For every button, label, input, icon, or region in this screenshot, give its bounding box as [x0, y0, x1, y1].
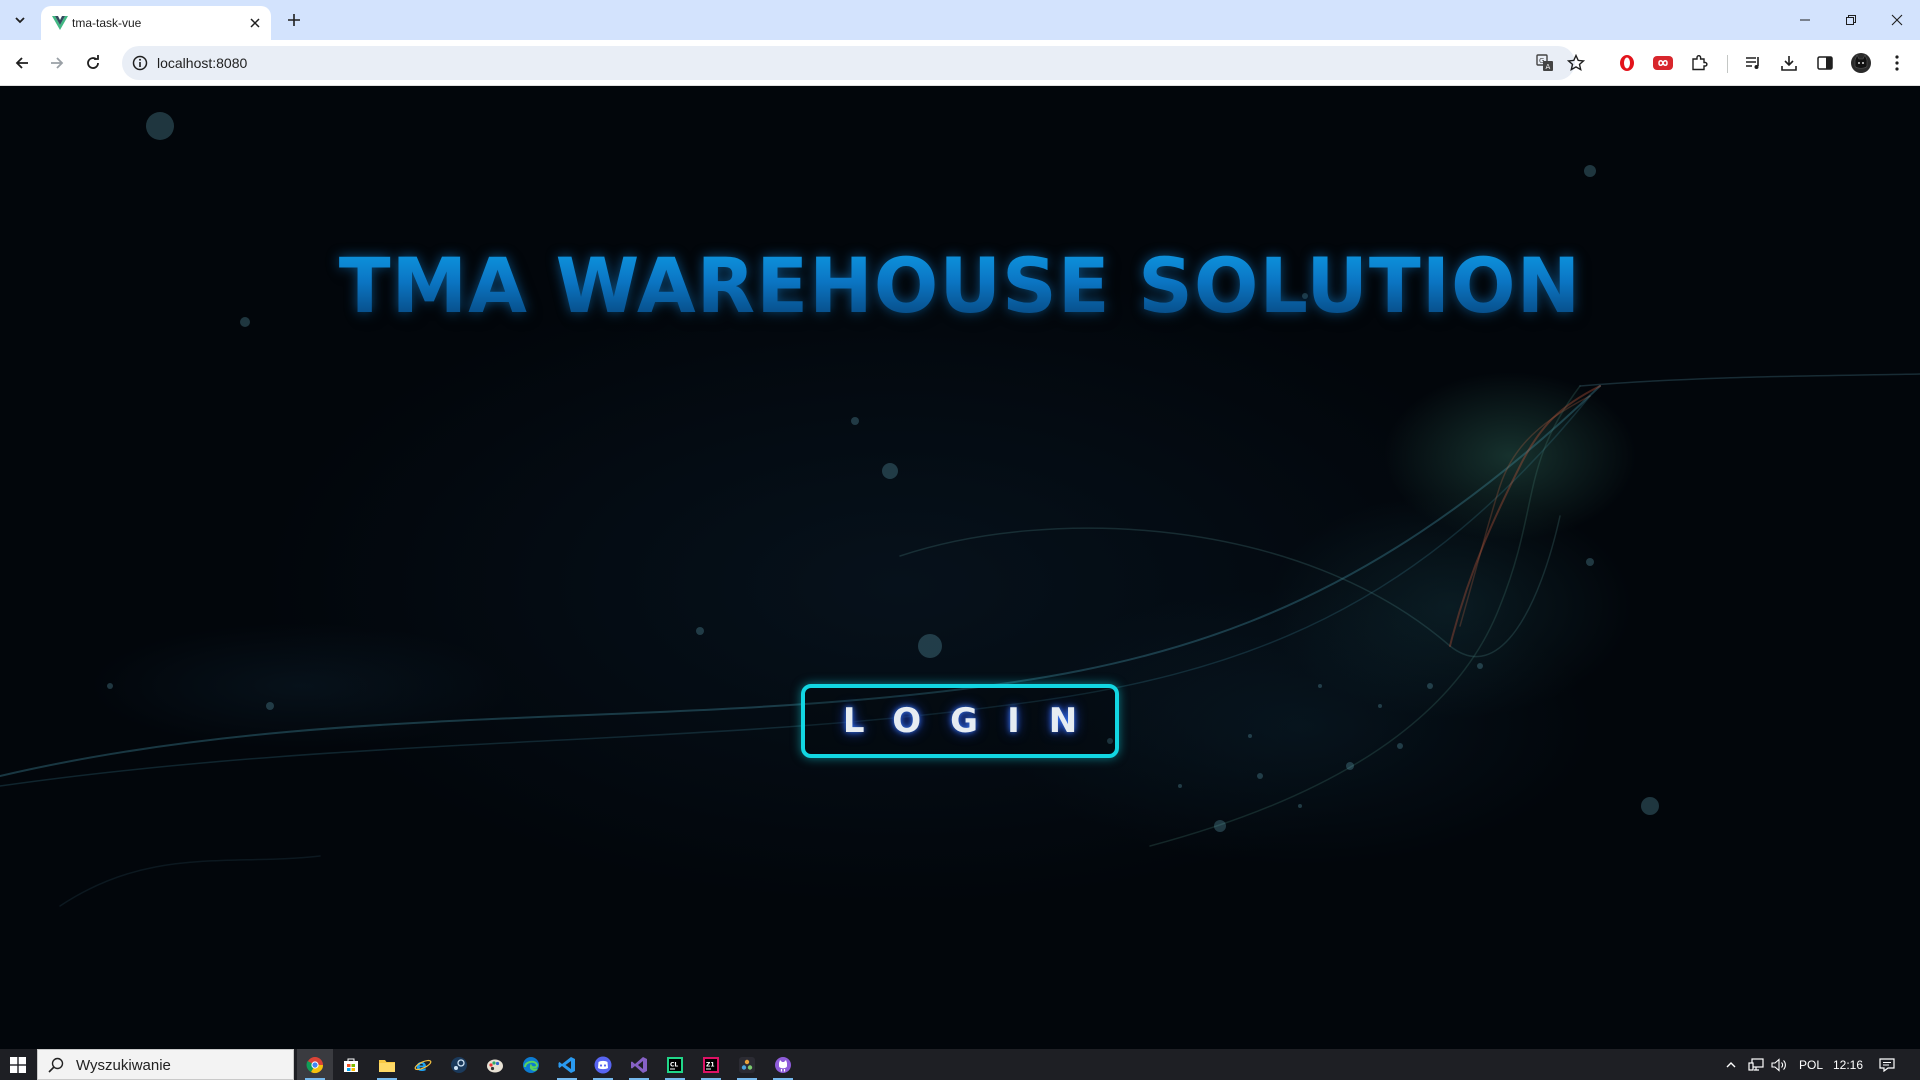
windows-taskbar: Wyszukiwanie e CL Z1 POL 12:16 — [0, 1049, 1920, 1080]
taskbar-app-visual-studio[interactable] — [621, 1049, 657, 1080]
page-viewport: TMA WAREHOUSE SOLUTION LOGIN — [0, 86, 1920, 1049]
close-icon — [250, 18, 260, 28]
taskbar-app-edge[interactable] — [513, 1049, 549, 1080]
login-button-label: LOGIN — [842, 701, 1107, 741]
svg-text:CL: CL — [670, 1061, 678, 1068]
download-icon[interactable] — [1776, 50, 1802, 76]
taskbar-app-steam[interactable] — [441, 1049, 477, 1080]
tab-title: tma-task-vue — [72, 16, 142, 30]
steam-icon — [451, 1056, 467, 1073]
url-text[interactable]: localhost:8080 — [157, 55, 247, 71]
taskbar-app-paint[interactable] — [477, 1049, 513, 1080]
restore-window-button[interactable] — [1828, 0, 1874, 40]
close-icon — [1891, 14, 1903, 26]
extensions-puzzle-icon[interactable] — [1686, 50, 1712, 76]
minimize-window-button[interactable] — [1782, 0, 1828, 40]
vue-logo-icon — [52, 16, 68, 30]
taskbar-app-vscode[interactable] — [549, 1049, 585, 1080]
taskbar-app-explorer[interactable] — [369, 1049, 405, 1080]
taskbar-app-davinci[interactable] — [729, 1049, 765, 1080]
arrow-right-icon — [51, 57, 64, 69]
forward-button[interactable] — [43, 49, 71, 77]
taskbar-app-store[interactable] — [333, 1049, 369, 1080]
media-controls-icon[interactable] — [1740, 50, 1766, 76]
svg-text:G: G — [1539, 57, 1544, 65]
arrow-left-icon — [15, 57, 28, 69]
taskbar-app-chrome[interactable] — [297, 1049, 333, 1080]
visual-studio-icon — [631, 1056, 647, 1073]
chrome-icon — [306, 1056, 324, 1073]
file-explorer-icon — [379, 1059, 395, 1072]
input-language-indicator[interactable]: POL — [1794, 1049, 1828, 1080]
clion-icon: CL — [667, 1056, 683, 1073]
page-title: TMA WAREHOUSE SOLUTION — [0, 241, 1920, 330]
taskbar-clock[interactable]: 12:16 — [1828, 1049, 1868, 1080]
github-desktop-icon — [775, 1056, 791, 1073]
volume-tray-button[interactable] — [1768, 1049, 1790, 1080]
browser-tab-strip: tma-task-vue — [0, 0, 1920, 40]
vscode-icon — [558, 1056, 575, 1073]
network-icon — [1748, 1057, 1764, 1071]
davinci-icon — [739, 1056, 755, 1073]
show-hidden-icons-button[interactable] — [1720, 1049, 1742, 1080]
chevron-down-icon — [15, 17, 25, 24]
address-bar[interactable]: localhost:8080 GA — [122, 46, 1585, 80]
login-button[interactable]: LOGIN — [801, 684, 1119, 758]
action-center-button[interactable] — [1872, 1049, 1902, 1080]
notifications-icon — [1879, 1057, 1895, 1072]
taskbar-app-discord[interactable] — [585, 1049, 621, 1080]
site-info-icon[interactable] — [130, 53, 150, 73]
profile-avatar-icon[interactable] — [1848, 50, 1874, 76]
taskbar-app-rider[interactable]: Z1 — [693, 1049, 729, 1080]
browser-toolbar: localhost:8080 GA — [0, 40, 1920, 86]
paint-icon — [487, 1059, 503, 1072]
tab-close-button[interactable] — [245, 13, 265, 33]
search-placeholder: Wyszukiwanie — [76, 1057, 171, 1074]
infinity-extension-icon[interactable] — [1650, 50, 1676, 76]
chevron-up-icon — [1726, 1061, 1736, 1067]
back-button[interactable] — [8, 49, 36, 77]
store-icon — [344, 1058, 358, 1072]
volume-icon — [1771, 1057, 1786, 1072]
opera-extension-icon[interactable] — [1614, 50, 1640, 76]
start-button[interactable] — [0, 1049, 36, 1080]
taskbar-app-github[interactable] — [765, 1049, 801, 1080]
search-icon — [48, 1057, 64, 1073]
tab-search-button[interactable] — [8, 8, 32, 32]
side-panel-icon[interactable] — [1812, 50, 1838, 76]
network-tray-button[interactable] — [1745, 1049, 1767, 1080]
taskbar-app-ie[interactable]: e — [405, 1049, 441, 1080]
taskbar-app-clion[interactable]: CL — [657, 1049, 693, 1080]
translate-icon[interactable]: GA — [1535, 53, 1555, 73]
edge-legacy-icon: e — [414, 1056, 432, 1074]
svg-text:Z1: Z1 — [706, 1061, 715, 1068]
windows-logo-icon — [10, 1056, 26, 1073]
reload-icon — [87, 55, 99, 69]
restore-icon — [1846, 15, 1856, 25]
browser-tab[interactable]: tma-task-vue — [41, 6, 271, 40]
minimize-icon — [1800, 19, 1810, 21]
discord-icon — [594, 1056, 612, 1073]
svg-text:A: A — [1546, 63, 1551, 71]
toolbar-divider — [1727, 55, 1728, 73]
particle-background-image — [0, 112, 1920, 907]
edge-icon — [523, 1056, 539, 1073]
new-tab-button[interactable] — [282, 8, 306, 32]
bookmark-star-icon[interactable] — [1566, 53, 1586, 73]
plus-icon — [288, 14, 300, 26]
menu-kebab-icon[interactable] — [1884, 50, 1910, 76]
reload-button[interactable] — [79, 49, 107, 77]
rider-icon: Z1 — [703, 1056, 719, 1073]
close-window-button[interactable] — [1874, 0, 1920, 40]
taskbar-search-input[interactable]: Wyszukiwanie — [37, 1049, 294, 1080]
